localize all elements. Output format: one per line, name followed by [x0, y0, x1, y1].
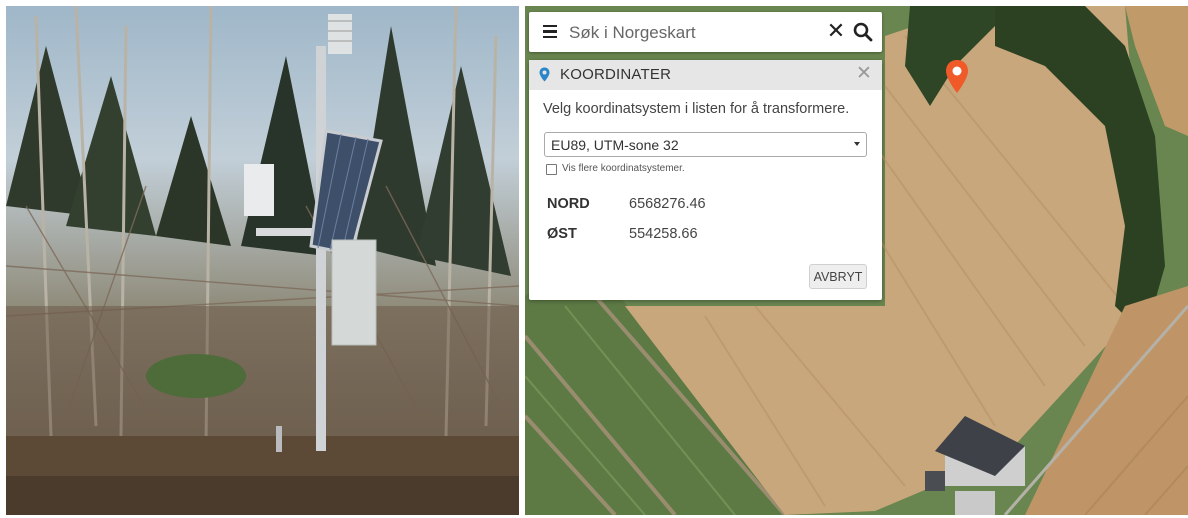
show-more-label: Vis flere koordinatsystemer.: [562, 163, 685, 174]
weather-station-photo: [6, 6, 519, 515]
east-value: 554258.66: [629, 226, 698, 242]
east-label: ØST: [547, 226, 577, 242]
coordinate-system-value: EU89, UTM-sone 32: [551, 137, 679, 153]
search-input[interactable]: [567, 17, 821, 49]
map-pin-icon[interactable]: [945, 59, 969, 95]
cancel-button[interactable]: AVBRYT: [809, 264, 867, 289]
instruction-text: Velg koordinatsystem i listen for å tran…: [543, 101, 850, 117]
hamburger-menu-icon[interactable]: [543, 25, 557, 39]
north-value: 6568276.46: [629, 196, 706, 212]
panel-close-button[interactable]: ✕: [854, 62, 874, 86]
clear-search-button[interactable]: ✕: [824, 18, 848, 44]
panel-header: KOORDINATER ✕: [529, 60, 882, 90]
north-label: NORD: [547, 196, 590, 212]
search-icon[interactable]: [851, 20, 875, 44]
coordinate-system-select[interactable]: EU89, UTM-sone 32: [544, 132, 867, 157]
photo-illustration: [6, 6, 519, 515]
map-view[interactable]: ✕ KOORDINATER ✕ Velg koordinatsystem i l…: [525, 6, 1188, 515]
map-marker-icon: [539, 67, 550, 82]
chevron-down-icon: [854, 142, 860, 146]
search-bar: ✕: [529, 12, 882, 52]
show-more-checkbox[interactable]: [546, 164, 557, 175]
panel-title: KOORDINATER: [560, 66, 672, 83]
coordinates-panel: KOORDINATER ✕ Velg koordinatsystem i lis…: [529, 60, 882, 300]
